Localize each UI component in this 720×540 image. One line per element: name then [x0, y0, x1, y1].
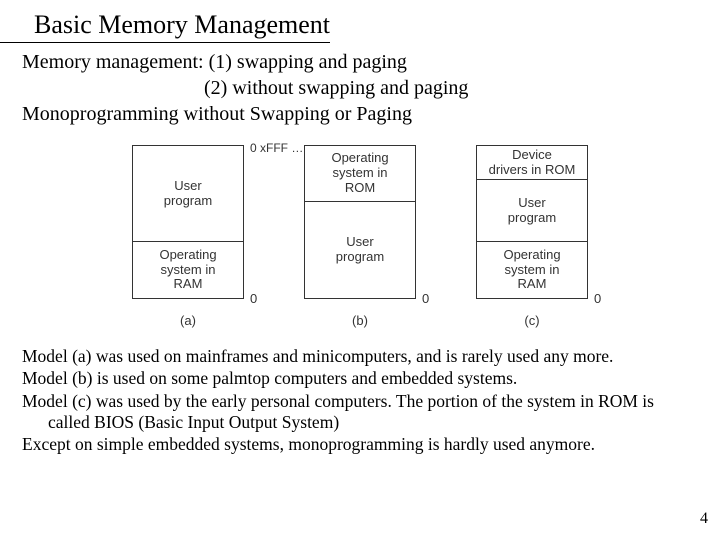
slide-title: Basic Memory Management	[0, 0, 330, 43]
seg-a-user: Userprogram	[133, 146, 243, 242]
note-b: Model (b) is used on some palmtop comput…	[22, 368, 690, 389]
notes-block: Model (a) was used on mainframes and min…	[0, 328, 720, 456]
diagram-c: Devicedrivers in ROM Userprogram Operati…	[476, 145, 588, 328]
page-number: 4	[700, 510, 708, 528]
addr-zero-c: 0	[594, 291, 601, 306]
note-d: Except on simple embedded systems, monop…	[22, 434, 690, 455]
addr-zero-a: 0	[250, 291, 257, 306]
seg-b-user: Userprogram	[305, 202, 415, 298]
intro-line-1: Memory management: (1) swapping and pagi…	[22, 49, 720, 75]
seg-c-user: Userprogram	[477, 180, 587, 242]
caption-a: (a)	[180, 313, 196, 328]
addr-top-label: 0 xFFF …	[250, 141, 303, 155]
seg-c-drivers: Devicedrivers in ROM	[477, 146, 587, 180]
seg-c-os: Operatingsystem inRAM	[477, 242, 587, 298]
intro-line-2: (2) without swapping and paging	[22, 75, 720, 101]
caption-c: (c)	[524, 313, 539, 328]
caption-b: (b)	[352, 313, 368, 328]
diagram-b: Operatingsystem inROM Userprogram 0 (b)	[304, 145, 416, 328]
intro-line-3: Monoprogramming without Swapping or Pagi…	[22, 101, 720, 127]
seg-a-os: Operatingsystem inRAM	[133, 242, 243, 298]
seg-b-os: Operatingsystem inROM	[305, 146, 415, 202]
intro-block: Memory management: (1) swapping and pagi…	[0, 43, 720, 127]
note-c: Model (c) was used by the early personal…	[22, 391, 690, 434]
note-a: Model (a) was used on mainframes and min…	[22, 346, 690, 367]
memory-diagram: 0 xFFF … Userprogram Operatingsystem inR…	[0, 145, 720, 328]
diagram-a: 0 xFFF … Userprogram Operatingsystem inR…	[132, 145, 244, 328]
addr-zero-b: 0	[422, 291, 429, 306]
